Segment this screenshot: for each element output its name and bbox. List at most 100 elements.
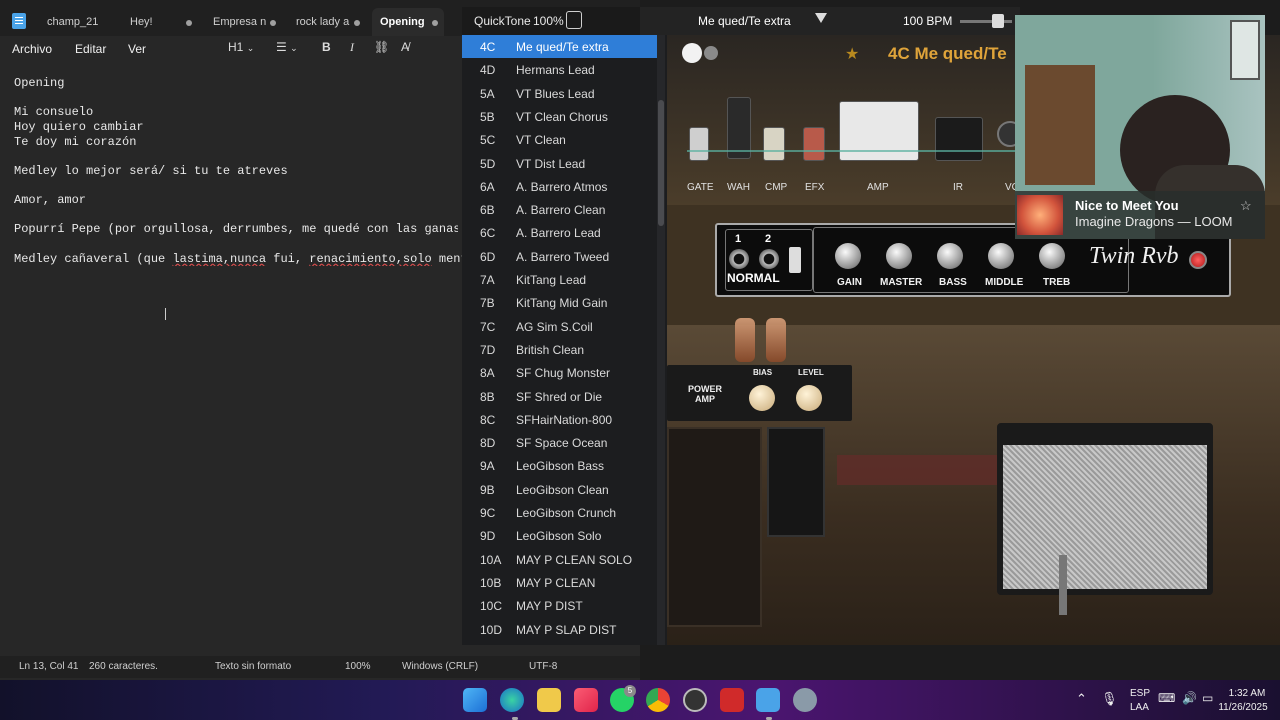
bias-knob[interactable] [749,385,775,411]
level-knob[interactable] [796,385,822,411]
tab-champ[interactable]: champ_21 [47,8,122,36]
preset-item[interactable]: 6D A. Barrero Tweed [462,245,658,268]
preset-name: LeoGibson Crunch [516,506,617,520]
menu-editar[interactable]: Editar [75,42,106,56]
preset-item[interactable]: 10C MAY P DIST [462,594,658,617]
quicktone-app-icon[interactable] [720,688,744,712]
list-dropdown[interactable]: ☰ ⌄ [276,40,298,58]
amp-module[interactable] [839,101,919,161]
notepad-taskbar-icon[interactable] [756,688,780,712]
text-line: Mi consuelo [14,105,94,119]
preset-item[interactable]: 4D Hermans Lead [462,58,658,81]
preset-code: 10D [480,622,503,637]
region-code[interactable]: LAA [1130,702,1149,713]
text-line: Amor, amor [14,193,87,207]
quicktone-title: QuickTone [474,14,531,28]
tab-empresa[interactable]: Empresa n [213,8,276,36]
bass-knob[interactable] [937,243,963,269]
volume-level[interactable]: 100% [533,14,564,28]
efx-pedal[interactable] [803,127,825,161]
ir-cab-module[interactable] [935,117,983,161]
zoom-level[interactable]: 100% [345,661,371,672]
tab-rock-lady[interactable]: rock lady a [296,8,360,36]
preset-item[interactable]: 6C A. Barrero Lead [462,221,658,244]
apple-music-icon[interactable] [574,688,598,712]
preset-item[interactable]: 9A LeoGibson Bass [462,454,658,477]
compressor-pedal[interactable] [763,127,785,161]
bpm-slider-track[interactable] [960,20,1012,23]
tab-opening[interactable]: Opening [372,8,444,36]
windows-start-icon[interactable] [463,688,487,712]
tab-hey[interactable]: Hey! [130,8,192,36]
preset-code: 6C [480,226,496,241]
input-2-jack-icon[interactable] [759,249,779,269]
preset-item[interactable]: 5C VT Clean [462,128,658,151]
chevron-down-icon[interactable] [815,13,827,23]
text-cursor-icon [165,308,169,320]
chrome-icon[interactable] [646,688,670,712]
preset-item[interactable]: 8D SF Space Ocean [462,431,658,454]
preset-item[interactable]: 10A MAY P CLEAN SOLO [462,548,658,571]
preset-code: 9B [480,482,495,497]
preset-item[interactable]: 7C AG Sim S.Coil [462,315,658,338]
volume-icon[interactable]: 🔊 [1182,691,1197,705]
clear-format-icon[interactable]: A̸ [401,40,409,58]
preset-item[interactable]: 10D MAY P SLAP DIST [462,618,658,641]
preset-name: VT Blues Lead [516,86,595,101]
preset-item[interactable]: 6A A. Barrero Atmos [462,175,658,198]
link-icon[interactable]: ⛓ [374,40,389,58]
language-code[interactable]: ESP [1130,688,1150,699]
preset-item[interactable]: 6B A. Barrero Clean [462,198,658,221]
preset-item[interactable]: 10B MAY P CLEAN [462,571,658,594]
bold-button[interactable]: B [322,40,331,58]
now-playing-artist: Imagine Dragons — LOOM [1075,214,1233,229]
preset-item[interactable]: 8A SF Chug Monster [462,361,658,384]
middle-knob[interactable] [988,243,1014,269]
preset-item[interactable]: 5A VT Blues Lead [462,82,658,105]
preset-item[interactable]: 7A KitTang Lead [462,268,658,291]
menu-ver[interactable]: Ver [128,42,146,56]
clock-time[interactable]: 1:32 AM [1220,688,1274,699]
preset-item[interactable]: 9D LeoGibson Solo [462,524,658,547]
keyboard-icon[interactable]: ⌨ [1158,691,1175,705]
gate-pedal[interactable] [689,127,709,161]
preset-item[interactable]: 4C Me qued/Te extra [462,35,658,58]
preset-item[interactable]: 8B SF Shred or Die [462,385,658,408]
tuner-icon[interactable] [566,11,582,29]
preset-selector[interactable]: Me qued/Te extra [698,14,791,28]
preset-item[interactable]: 7B KitTang Mid Gain [462,291,658,314]
microphone-icon[interactable]: 🎙 [1101,691,1118,707]
file-explorer-icon[interactable] [537,688,561,712]
treble-knob[interactable] [1039,243,1065,269]
show-hidden-icons-chevron-icon[interactable]: ⌃ [1076,691,1087,707]
power-light-icon [1189,251,1207,269]
preset-list-scroll-thumb[interactable] [658,100,664,226]
master-knob[interactable] [886,243,912,269]
gain-knob[interactable] [835,243,861,269]
italic-button[interactable]: I [350,40,354,58]
user-icon[interactable] [682,43,702,63]
edge-browser-icon[interactable] [500,688,524,712]
preset-item[interactable]: 8C SFHairNation-800 [462,408,658,431]
preset-code: 10A [480,552,502,567]
preset-item[interactable]: 9B LeoGibson Clean [462,478,658,501]
home-icon[interactable] [704,46,718,60]
input-1-jack-icon[interactable] [729,249,749,269]
text-line: Popurrí Pepe (por orgullosa, derrumbes, … [14,222,458,236]
clock-date[interactable]: 11/26/2025 [1210,702,1276,713]
preset-item[interactable]: 9C LeoGibson Crunch [462,501,658,524]
preset-item[interactable]: 5B VT Clean Chorus [462,105,658,128]
channel-switch[interactable] [789,247,801,273]
obs-icon[interactable] [683,688,707,712]
preset-item[interactable]: 5D VT Dist Lead [462,152,658,175]
favorite-star-icon[interactable]: ★ [845,44,859,64]
preset-item[interactable]: 7D British Clean [462,338,658,361]
bpm-slider-handle[interactable] [992,14,1004,28]
preset-name: MAY P CLEAN SOLO [516,552,633,567]
settings-gear-icon[interactable] [793,688,817,712]
favorite-star-icon[interactable]: ☆ [1240,198,1252,214]
menu-archivo[interactable]: Archivo [12,42,52,56]
heading-dropdown[interactable]: H1 ⌄ [228,40,254,58]
text-line: Te doy mi corazón [14,135,137,149]
bpm-display[interactable]: 100 BPM [903,14,952,28]
